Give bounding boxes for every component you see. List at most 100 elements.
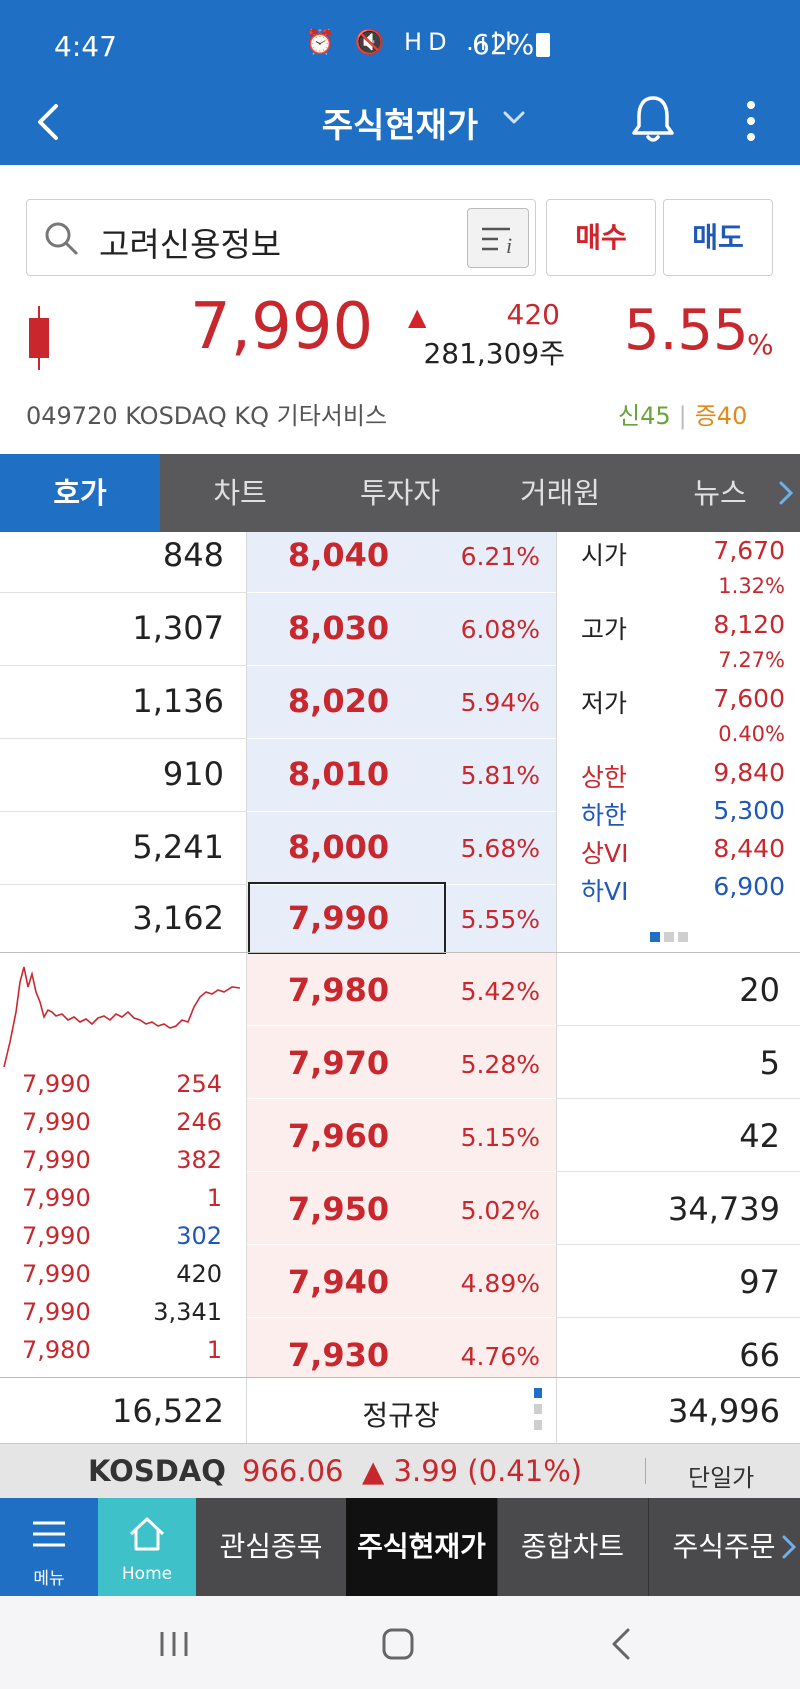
bid-price: 7,970 bbox=[287, 1044, 390, 1082]
battery-level: 62% bbox=[472, 28, 535, 61]
credit-margin-info: 신45 | 증40 bbox=[618, 396, 747, 431]
tab-bar: 호가 차트 투자자 거래원 뉴스 bbox=[0, 454, 800, 532]
stock-search-input[interactable]: 고려신용정보 i bbox=[26, 199, 536, 276]
low-label: 저가 bbox=[581, 689, 628, 718]
page-indicator[interactable] bbox=[650, 927, 692, 946]
stock-list-button[interactable]: i bbox=[467, 208, 529, 268]
bid-quantity: 66 bbox=[739, 1336, 780, 1374]
index-change: ▲ 3.99 (0.41%) bbox=[362, 1454, 583, 1488]
column-divider bbox=[556, 1378, 557, 1444]
sell-button[interactable]: 매도 bbox=[663, 199, 773, 276]
bottom-navigation: 메뉴 Home 관심종목 주식현재가 종합차트 주식주문 bbox=[0, 1498, 800, 1596]
status-time: 4:47 bbox=[54, 30, 117, 63]
page-dot bbox=[678, 932, 688, 942]
bid-row[interactable]: 7,960 5.15% 42 bbox=[0, 1099, 800, 1172]
page-dot bbox=[664, 932, 674, 942]
session-indicator-icon bbox=[534, 1388, 542, 1430]
ask-percent: 5.68% bbox=[460, 834, 540, 863]
lower-limit-label: 하한 bbox=[581, 801, 628, 830]
orderbook-summary: 16,522 정규장 34,996 bbox=[0, 1377, 800, 1444]
bid-quantity: 34,739 bbox=[668, 1190, 780, 1228]
bid-quantity: 5 bbox=[759, 1044, 780, 1082]
menu-label: 메뉴 bbox=[33, 1569, 65, 1589]
nav-order[interactable]: 주식주문 bbox=[648, 1498, 800, 1596]
nav-chart[interactable]: 종합차트 bbox=[497, 1498, 648, 1596]
tab-broker[interactable]: 거래원 bbox=[480, 454, 640, 532]
home-button[interactable]: Home bbox=[98, 1498, 196, 1596]
total-bid-quantity: 34,996 bbox=[668, 1392, 780, 1430]
tab-orderbook[interactable]: 호가 bbox=[0, 454, 160, 532]
bid-price: 7,930 bbox=[287, 1336, 390, 1374]
divider bbox=[648, 1498, 649, 1596]
tab-chart[interactable]: 차트 bbox=[160, 454, 320, 532]
index-name: KOSDAQ bbox=[88, 1454, 226, 1488]
market-session[interactable]: 정규장 bbox=[246, 1394, 556, 1434]
tab-investor[interactable]: 투자자 bbox=[320, 454, 480, 532]
ask-price: 8,030 bbox=[287, 609, 390, 647]
svg-text:i: i bbox=[506, 233, 512, 258]
trade-volume: 281,309주 bbox=[423, 337, 565, 370]
bell-icon[interactable] bbox=[628, 92, 678, 148]
buy-button[interactable]: 매수 bbox=[546, 199, 656, 276]
vi-down-value: 6,900 bbox=[713, 872, 785, 901]
recent-apps-icon[interactable] bbox=[154, 1626, 194, 1662]
index-value: 966.06 bbox=[242, 1454, 344, 1488]
bid-price: 7,950 bbox=[287, 1190, 390, 1228]
menu-button[interactable]: 메뉴 bbox=[0, 1498, 98, 1596]
current-price-highlight bbox=[248, 882, 446, 954]
single-price-button[interactable]: 단일가 bbox=[688, 1458, 754, 1493]
more-options-icon[interactable] bbox=[738, 98, 764, 144]
low-value: 7,600 bbox=[713, 684, 785, 713]
ask-quantity: 1,307 bbox=[132, 609, 224, 647]
price-info-panel[interactable]: 시가 7,670 1.32% 고가 8,120 7.27% 저가 7,600 0.40… bbox=[556, 532, 800, 952]
ask-quantity: 5,241 bbox=[132, 828, 224, 866]
up-arrow-icon: ▲ bbox=[408, 303, 427, 331]
ask-price: 8,040 bbox=[287, 536, 390, 574]
chevron-down-icon[interactable] bbox=[500, 104, 528, 132]
stock-name: 고려신용정보 bbox=[99, 225, 282, 264]
bid-row[interactable]: 7,950 5.02% 34,739 bbox=[0, 1172, 800, 1245]
home-system-icon[interactable] bbox=[378, 1626, 418, 1662]
credit-label: 신45 bbox=[618, 402, 671, 430]
page-title[interactable]: 주식현재가 bbox=[0, 98, 800, 147]
hamburger-icon bbox=[33, 1521, 65, 1547]
bid-row[interactable]: 7,970 5.28% 5 bbox=[0, 1026, 800, 1099]
open-percent: 1.32% bbox=[718, 574, 785, 598]
nav-stock-price[interactable]: 주식현재가 bbox=[346, 1498, 497, 1596]
high-value: 8,120 bbox=[713, 610, 785, 639]
page-dot-active bbox=[650, 932, 660, 942]
change-percent: 5.55 bbox=[624, 298, 749, 363]
bid-percent: 5.02% bbox=[460, 1196, 540, 1225]
bid-percent: 4.76% bbox=[460, 1342, 540, 1371]
bid-price: 7,980 bbox=[287, 971, 390, 1009]
high-label: 고가 bbox=[581, 615, 628, 644]
bid-quantity: 42 bbox=[739, 1117, 780, 1155]
bid-quantity: 97 bbox=[739, 1263, 780, 1301]
ask-quantity: 3,162 bbox=[132, 899, 224, 937]
bid-row[interactable]: 7,980 5.42% 20 bbox=[0, 953, 800, 1026]
bid-percent: 4.89% bbox=[460, 1269, 540, 1298]
list-info-icon: i bbox=[482, 227, 512, 258]
battery-status: 62% bbox=[472, 28, 551, 61]
tab-news[interactable]: 뉴스 bbox=[640, 454, 800, 532]
candlestick-icon bbox=[29, 306, 49, 370]
open-label: 시가 bbox=[581, 541, 628, 570]
back-system-icon[interactable] bbox=[602, 1626, 642, 1662]
ask-bid-divider bbox=[0, 952, 800, 953]
divider bbox=[645, 1458, 646, 1484]
ask-quantity: 910 bbox=[162, 755, 224, 793]
divider bbox=[497, 1498, 498, 1596]
column-divider bbox=[246, 532, 247, 1377]
ask-price: 8,000 bbox=[287, 828, 390, 866]
chevron-right-icon[interactable] bbox=[778, 478, 794, 508]
bid-row[interactable]: 7,940 4.89% 97 bbox=[0, 1245, 800, 1318]
index-ticker[interactable]: KOSDAQ 966.06 ▲ 3.99 (0.41%) 단일가 bbox=[0, 1443, 800, 1498]
low-percent: 0.40% bbox=[718, 722, 785, 746]
search-icon bbox=[45, 222, 78, 255]
bid-row[interactable]: 7,930 4.76% 66 bbox=[0, 1318, 800, 1377]
battery-icon bbox=[536, 33, 551, 57]
nav-watchlist[interactable]: 관심종목 bbox=[196, 1498, 346, 1596]
chevron-right-icon[interactable] bbox=[782, 1532, 796, 1562]
ask-percent: 6.08% bbox=[460, 615, 540, 644]
bid-price: 7,960 bbox=[287, 1117, 390, 1155]
